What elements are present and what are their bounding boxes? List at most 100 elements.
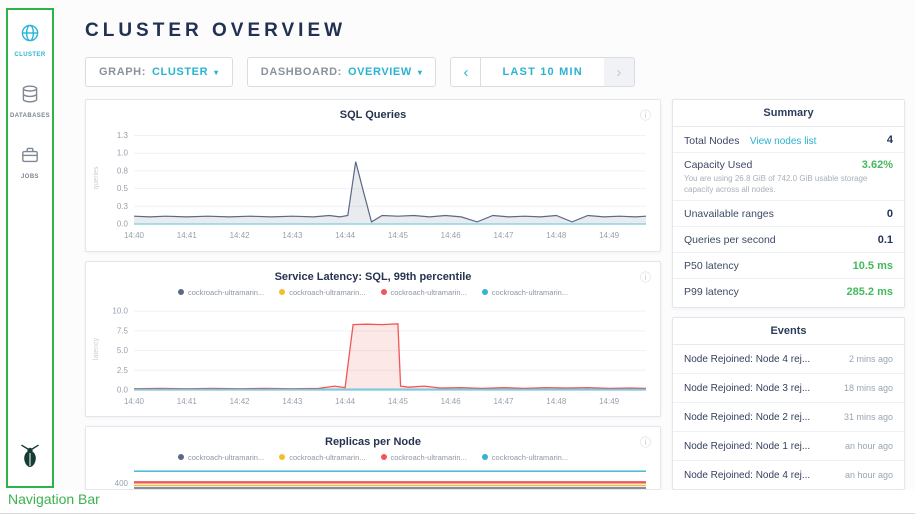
legend-item[interactable]: cockroach-ultramarin...: [482, 287, 568, 297]
legend-item[interactable]: cockroach-ultramarin...: [178, 452, 264, 462]
legend-dot-icon: [178, 289, 184, 295]
chart-plot: 0.00.30.50.81.01.3queries14:4014:4114:42…: [86, 126, 660, 246]
page-title: CLUSTER OVERVIEW: [85, 20, 346, 42]
legend-dot-icon: [279, 454, 285, 460]
legend-label: cockroach-ultramarin...: [492, 288, 568, 297]
svg-text:14:44: 14:44: [335, 231, 356, 240]
event-text: Node Rejoined: Node 4 rej...: [684, 470, 810, 481]
time-range-next-button[interactable]: ›: [604, 57, 635, 87]
screenshot: CLUSTER DATABASES: [0, 0, 915, 517]
legend-item[interactable]: cockroach-ultramarin...: [279, 287, 365, 297]
sidebar-item-label: CLUSTER: [14, 52, 45, 58]
svg-text:0.0: 0.0: [117, 386, 129, 395]
legend-item[interactable]: cockroach-ultramarin...: [178, 287, 264, 297]
chart-plot: 400: [86, 467, 660, 490]
cluster-globe-icon: [20, 23, 40, 48]
event-row[interactable]: Node Rejoined: Node 1 rej... an hour ago: [673, 432, 904, 461]
sidebar-item-label: DATABASES: [10, 113, 50, 119]
svg-text:queries: queries: [93, 166, 100, 189]
legend-dot-icon: [482, 289, 488, 295]
legend-item[interactable]: cockroach-ultramarin...: [279, 452, 365, 462]
summary-row-value: 0.1: [878, 234, 893, 246]
svg-text:14:40: 14:40: [124, 231, 145, 240]
legend-dot-icon: [279, 289, 285, 295]
svg-text:7.5: 7.5: [117, 326, 129, 335]
event-row[interactable]: Node Rejoined: Node 2 rej... 31 mins ago: [673, 403, 904, 432]
view-nodes-list-link[interactable]: View nodes list: [750, 136, 817, 147]
svg-text:14:45: 14:45: [388, 397, 409, 406]
info-icon[interactable]: ⓘ: [640, 434, 651, 450]
summary-row-p50-latency: P50 latency 10.5 ms: [673, 253, 904, 279]
event-text: Node Rejoined: Node 3 rej...: [684, 383, 810, 394]
svg-text:0.5: 0.5: [117, 184, 129, 193]
svg-text:14:49: 14:49: [599, 397, 620, 406]
event-text: Node Rejoined: Node 1 rej...: [684, 441, 810, 452]
event-row[interactable]: Node Rejoined: Node 4 rej... 2 mins ago: [673, 345, 904, 374]
chart-card-replicas-per-node: Replicas per Node ⓘ cockroach-ultramarin…: [85, 426, 661, 490]
summary-row-capacity: Capacity Used 3.62% You are using 26.8 G…: [673, 153, 904, 201]
summary-row-label: Queries per second: [684, 234, 776, 246]
svg-text:2.5: 2.5: [117, 366, 129, 375]
legend-item[interactable]: cockroach-ultramarin...: [381, 452, 467, 462]
svg-text:5.0: 5.0: [117, 346, 129, 355]
time-range-prev-button[interactable]: ‹: [450, 57, 481, 87]
chevron-down-icon: ▾: [214, 68, 219, 77]
sidebar-item-jobs[interactable]: JOBS: [20, 145, 40, 180]
legend-label: cockroach-ultramarin...: [188, 453, 264, 462]
summary-panel-title: Summary: [673, 100, 904, 127]
chart-card-service-latency: Service Latency: SQL, 99th percentile ⓘ …: [85, 261, 661, 417]
svg-text:14:42: 14:42: [230, 231, 251, 240]
legend-dot-icon: [178, 454, 184, 460]
summary-row-value: 10.5 ms: [853, 260, 893, 272]
svg-text:14:43: 14:43: [282, 231, 303, 240]
event-time: 18 mins ago: [844, 383, 893, 393]
event-row[interactable]: Node Rejoined: Node 4 rej... an hour ago: [673, 461, 904, 490]
dashboard-dropdown[interactable]: DASHBOARD: OVERVIEW ▾: [247, 57, 437, 87]
annotation-caption: Navigation Bar: [8, 491, 100, 507]
legend-item[interactable]: cockroach-ultramarin...: [381, 287, 467, 297]
svg-text:10.0: 10.0: [112, 307, 128, 316]
svg-text:latency: latency: [93, 337, 100, 360]
summary-row-label: P99 latency: [684, 286, 739, 298]
summary-row-queries-per-second: Queries per second 0.1: [673, 227, 904, 253]
cockroachdb-logo-icon[interactable]: [18, 443, 42, 474]
svg-text:0.8: 0.8: [117, 166, 129, 175]
time-range-value[interactable]: LAST 10 MIN: [481, 57, 603, 87]
dashboard-dropdown-label: DASHBOARD:: [261, 66, 342, 78]
chart-title: SQL Queries: [86, 100, 660, 121]
event-row[interactable]: Node Rejoined: Node 3 rej... 18 mins ago: [673, 374, 904, 403]
svg-text:14:45: 14:45: [388, 231, 409, 240]
databases-icon: [20, 84, 40, 109]
summary-row-label: Unavailable ranges: [684, 208, 774, 220]
svg-text:14:41: 14:41: [177, 397, 198, 406]
chart-card-sql-queries: SQL Queries ⓘ 0.00.30.50.81.01.3queries1…: [85, 99, 661, 252]
summary-row-p99-latency: P99 latency 285.2 ms: [673, 279, 904, 305]
graph-dropdown[interactable]: GRAPH: CLUSTER ▾: [85, 57, 233, 87]
svg-text:400: 400: [115, 479, 129, 488]
svg-text:14:46: 14:46: [441, 397, 462, 406]
sidebar-item-databases[interactable]: DATABASES: [10, 84, 50, 119]
legend-item[interactable]: cockroach-ultramarin...: [482, 452, 568, 462]
event-text: Node Rejoined: Node 4 rej...: [684, 354, 810, 365]
graph-dropdown-label: GRAPH:: [99, 66, 146, 78]
svg-text:1.0: 1.0: [117, 149, 129, 158]
summary-row-value: 0: [887, 208, 893, 220]
total-nodes-value: 4: [887, 134, 893, 146]
info-icon[interactable]: ⓘ: [640, 269, 651, 285]
total-nodes-label: Total Nodes: [684, 135, 739, 147]
svg-text:14:43: 14:43: [282, 397, 303, 406]
legend-label: cockroach-ultramarin...: [391, 288, 467, 297]
chevron-left-icon: ‹: [463, 64, 468, 81]
svg-text:14:49: 14:49: [599, 231, 620, 240]
sidebar-item-cluster[interactable]: CLUSTER: [14, 23, 45, 58]
dashboard-dropdown-value: OVERVIEW: [348, 66, 412, 78]
summary-row-value: 285.2 ms: [847, 286, 893, 298]
chart-legend: cockroach-ultramarin... cockroach-ultrama…: [86, 452, 660, 462]
svg-text:1.3: 1.3: [117, 131, 129, 140]
svg-text:14:40: 14:40: [124, 397, 145, 406]
chart-title: Service Latency: SQL, 99th percentile: [86, 262, 660, 283]
capacity-subtext: You are using 26.8 GiB of 742.0 GiB usab…: [684, 174, 893, 196]
cockroachdb-admin-ui: CLUSTER DATABASES: [0, 0, 915, 490]
capacity-label: Capacity Used: [684, 159, 752, 171]
info-icon[interactable]: ⓘ: [640, 107, 651, 123]
